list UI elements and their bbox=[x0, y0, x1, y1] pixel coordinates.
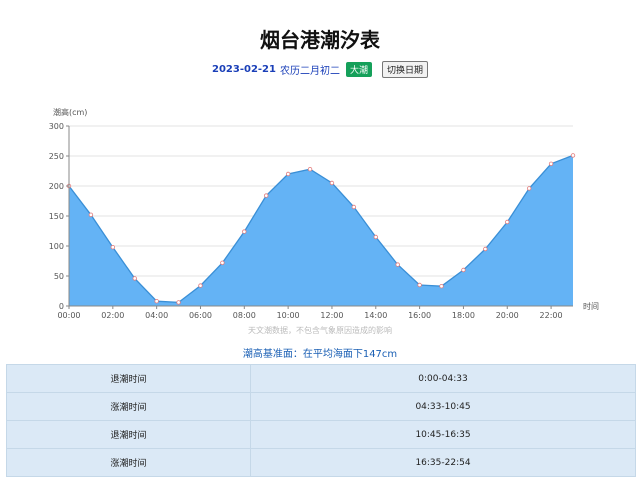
y-tick-label: 150 bbox=[49, 212, 64, 221]
tide-badge: 大潮 bbox=[345, 62, 372, 77]
x-tick-label: 16:00 bbox=[408, 311, 431, 320]
x-tick-label: 06:00 bbox=[189, 311, 212, 320]
data-point bbox=[505, 219, 510, 225]
data-point bbox=[132, 276, 137, 281]
y-tick-label: 300 bbox=[49, 122, 64, 131]
data-point bbox=[570, 153, 576, 158]
page-title: 烟台港潮汐表 bbox=[260, 28, 380, 52]
x-tick-label: 22:00 bbox=[540, 311, 563, 320]
data-point bbox=[307, 166, 313, 172]
data-point bbox=[329, 180, 335, 186]
switch-date-button[interactable]: 切换日期 bbox=[381, 61, 428, 78]
table-row: 退潮时间 0:00-04:33 bbox=[6, 364, 636, 393]
data-point bbox=[198, 283, 203, 288]
data-point bbox=[548, 161, 554, 166]
tide-time-cell: 0:00-04:33 bbox=[250, 364, 636, 393]
x-tick-label: 12:00 bbox=[320, 311, 343, 320]
data-point bbox=[373, 234, 378, 240]
date-text: 2023-02-21 bbox=[212, 64, 276, 75]
lunar-date: 农历二月初二 bbox=[279, 66, 340, 77]
tide-chart: 0 50 100 150 200 250 300 00:00 02:00 04:00 06:00 0… bbox=[49, 107, 599, 320]
x-axis-label: 时间 bbox=[583, 301, 599, 311]
table-row: 涨潮时间 16:35-22:54 bbox=[6, 448, 636, 477]
data-point bbox=[461, 267, 466, 273]
tide-time-cell: 10:45-16:35 bbox=[250, 420, 636, 449]
tide-type-cell: 涨潮时间 bbox=[6, 448, 251, 477]
y-axis-label: 潮高(cm) bbox=[53, 107, 87, 117]
data-point bbox=[220, 260, 225, 265]
date-line: 2023-02-21 农历二月初二 大潮 切换日期 bbox=[0, 61, 640, 78]
data-point bbox=[88, 212, 94, 217]
data-point bbox=[395, 262, 400, 267]
data-point bbox=[110, 244, 116, 250]
data-point bbox=[439, 283, 444, 289]
x-tick-label: 00:00 bbox=[57, 311, 80, 320]
x-tick-label: 18:00 bbox=[452, 311, 475, 320]
y-tick-label: 0 bbox=[59, 302, 64, 311]
x-tick-label: 02:00 bbox=[101, 311, 124, 320]
data-point bbox=[154, 298, 159, 304]
tide-time-cell: 16:35-22:54 bbox=[250, 448, 636, 477]
tide-type-cell: 退潮时间 bbox=[6, 364, 251, 393]
data-point bbox=[483, 246, 488, 252]
tide-area bbox=[69, 155, 573, 306]
x-tick-label: 14:00 bbox=[364, 311, 387, 320]
table-row: 涨潮时间 04:33-10:45 bbox=[6, 392, 636, 421]
y-tick-label: 200 bbox=[49, 182, 64, 191]
x-tick-label: 20:00 bbox=[496, 311, 519, 320]
x-tick-label: 04:00 bbox=[145, 311, 168, 320]
x-tick-label: 08:00 bbox=[233, 311, 256, 320]
tide-table: 退潮时间 0:00-04:33 涨潮时间 04:33-10:45 退潮时间 10:45-1… bbox=[6, 364, 636, 477]
x-tick-label: 10:00 bbox=[277, 311, 300, 320]
data-point bbox=[526, 186, 532, 191]
data-point bbox=[242, 229, 247, 234]
data-point bbox=[264, 193, 269, 198]
y-tick-label: 100 bbox=[49, 242, 64, 251]
data-point bbox=[176, 300, 181, 305]
data-point bbox=[351, 204, 357, 210]
data-point bbox=[417, 282, 422, 288]
y-tick-label: 250 bbox=[49, 152, 64, 161]
tide-type-cell: 退潮时间 bbox=[6, 420, 251, 449]
tide-baseline: 潮高基准面：在平均海面下147cm bbox=[242, 349, 398, 360]
chart-footnote: 天文潮数据，不包含气象原因造成的影响 bbox=[248, 326, 392, 335]
tide-type-cell: 涨潮时间 bbox=[6, 392, 251, 421]
data-point bbox=[285, 171, 291, 177]
y-tick-label: 50 bbox=[54, 272, 64, 281]
table-row: 退潮时间 10:45-16:35 bbox=[6, 420, 636, 449]
tide-time-cell: 04:33-10:45 bbox=[250, 392, 636, 421]
